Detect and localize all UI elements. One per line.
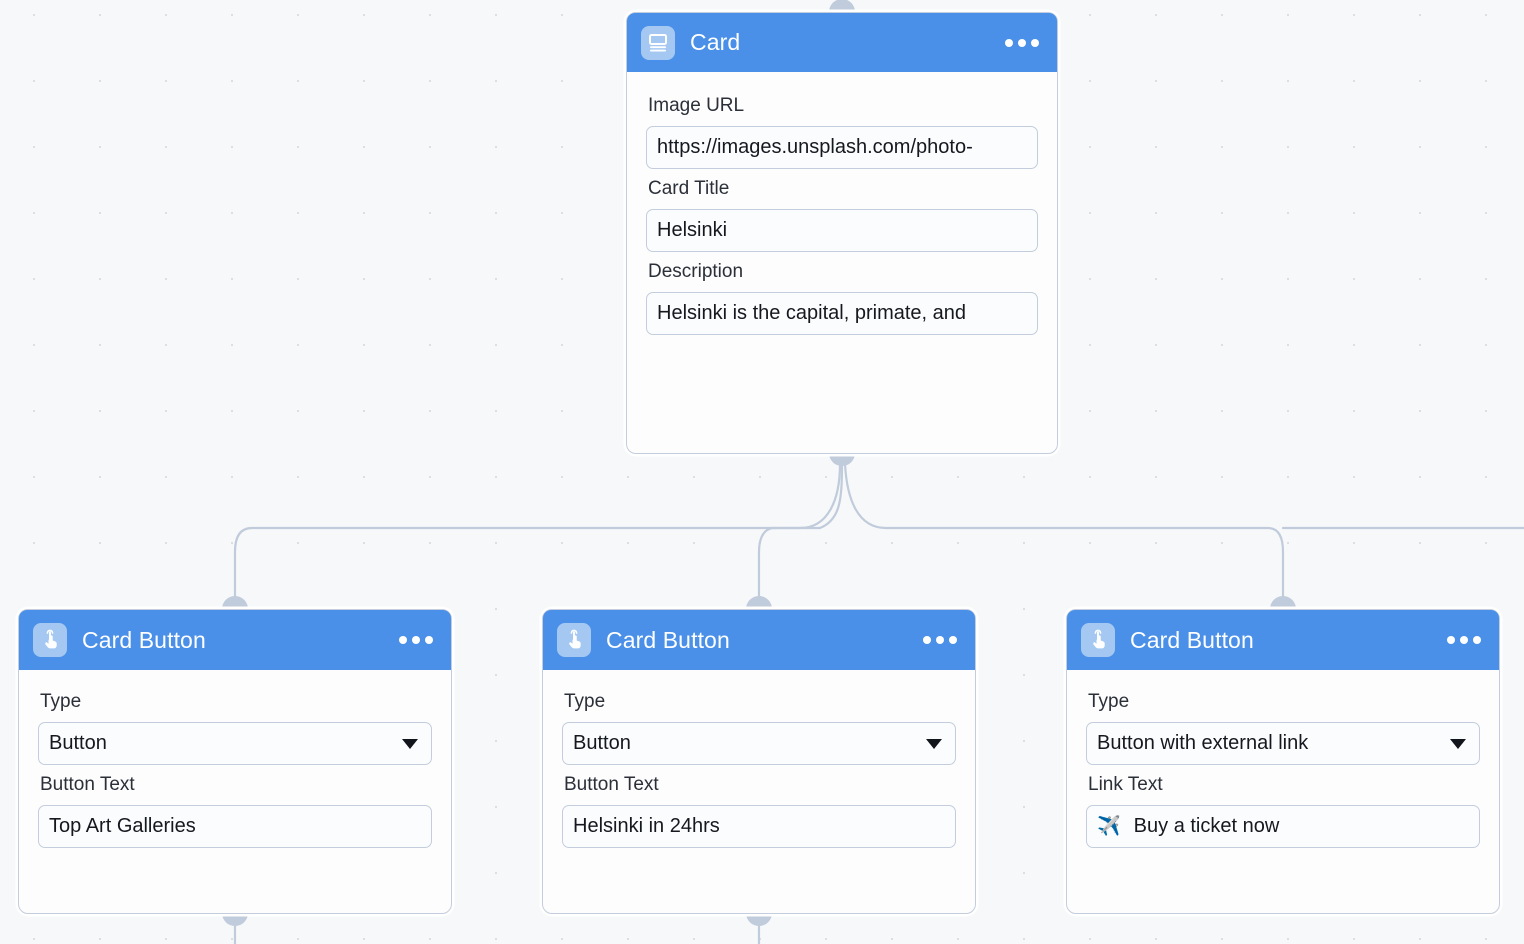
label-button-text-1: Button Text: [40, 774, 135, 795]
node-card-button-2-header[interactable]: Card Button: [543, 610, 975, 670]
label-type-2: Type: [564, 691, 606, 712]
node-card-button-1-body: Type Button Button Text Top Art Gallerie…: [19, 670, 451, 868]
node-card-button-3-more-options-icon[interactable]: [1447, 636, 1481, 644]
chevron-down-icon: [1450, 738, 1466, 749]
node-card-button-1-more-options-icon[interactable]: [399, 636, 433, 644]
port-button-2-top[interactable]: [746, 596, 772, 609]
input-link-text-3[interactable]: ✈️ Buy a ticket now: [1086, 805, 1480, 848]
select-type-2-value: Button: [573, 732, 631, 754]
node-card-button-3-body: Type Button with external link Link Text…: [1067, 670, 1499, 868]
node-card-title: Card: [690, 29, 741, 55]
node-card-more-options-icon[interactable]: [1005, 38, 1039, 47]
node-card-button-3[interactable]: Card Button Type Button with external li…: [1066, 609, 1500, 914]
select-type-3[interactable]: Button with external link: [1086, 722, 1480, 765]
input-card-title[interactable]: Helsinki: [646, 209, 1038, 252]
node-card-button-2-body: Type Button Button Text Helsinki in 24hr…: [543, 670, 975, 868]
node-card-button-2-title: Card Button: [606, 626, 730, 653]
tap-hand-icon: [1081, 623, 1115, 657]
input-description[interactable]: Helsinki is the capital, primate, and: [646, 292, 1038, 335]
select-type-3-value: Button with external link: [1097, 732, 1309, 754]
flow-canvas[interactable]: Card Image URL https://images.unsplash.c…: [0, 0, 1524, 944]
node-card-button-3-title: Card Button: [1130, 626, 1254, 653]
edge-card-to-bus-left: [233, 462, 842, 599]
port-card-bottom[interactable]: [829, 453, 855, 466]
chevron-down-icon: [926, 738, 942, 749]
port-button-1-top[interactable]: [222, 596, 248, 609]
input-link-text-3-value: Buy a ticket now: [1133, 815, 1280, 837]
label-type-3: Type: [1088, 691, 1130, 712]
label-card-title: Card Title: [648, 178, 730, 199]
port-button-3-top[interactable]: [1270, 596, 1296, 609]
port-button-1-bottom[interactable]: [222, 913, 248, 926]
select-type-2[interactable]: Button: [562, 722, 956, 765]
input-image-url[interactable]: https://images.unsplash.com/photo-: [646, 126, 1038, 169]
port-card-top[interactable]: [829, 0, 855, 12]
tap-hand-icon: [33, 623, 67, 657]
label-description: Description: [648, 261, 744, 282]
input-button-text-2[interactable]: Helsinki in 24hrs: [562, 805, 956, 848]
node-card-body: Image URL https://images.unsplash.com/ph…: [627, 72, 1057, 355]
node-card-button-1-title: Card Button: [82, 626, 206, 653]
node-card-button-1-header[interactable]: Card Button: [19, 610, 451, 670]
label-link-text-3: Link Text: [1088, 774, 1163, 795]
label-type-1: Type: [40, 691, 82, 712]
select-type-1-value: Button: [49, 732, 107, 754]
node-card[interactable]: Card Image URL https://images.unsplash.c…: [626, 12, 1058, 454]
edge-card-to-bus-center: [757, 462, 844, 599]
card-article-icon: [641, 25, 675, 60]
node-card-header[interactable]: Card: [627, 13, 1057, 72]
node-card-button-3-header[interactable]: Card Button: [1067, 610, 1499, 670]
label-image-url: Image URL: [648, 95, 745, 116]
airplane-icon: ✈️: [1097, 816, 1121, 837]
port-button-2-bottom[interactable]: [746, 913, 772, 926]
node-card-button-2[interactable]: Card Button Type Button Button Text Hels…: [542, 609, 976, 914]
select-type-1[interactable]: Button: [38, 722, 432, 765]
chevron-down-icon: [402, 738, 418, 749]
edge-card-to-bus-right: [843, 462, 1285, 599]
node-card-button-1[interactable]: Card Button Type Button Button Text Top …: [18, 609, 452, 914]
input-button-text-1[interactable]: Top Art Galleries: [38, 805, 432, 848]
label-button-text-2: Button Text: [564, 774, 659, 795]
node-card-button-2-more-options-icon[interactable]: [923, 636, 957, 644]
tap-hand-icon: [557, 623, 591, 657]
